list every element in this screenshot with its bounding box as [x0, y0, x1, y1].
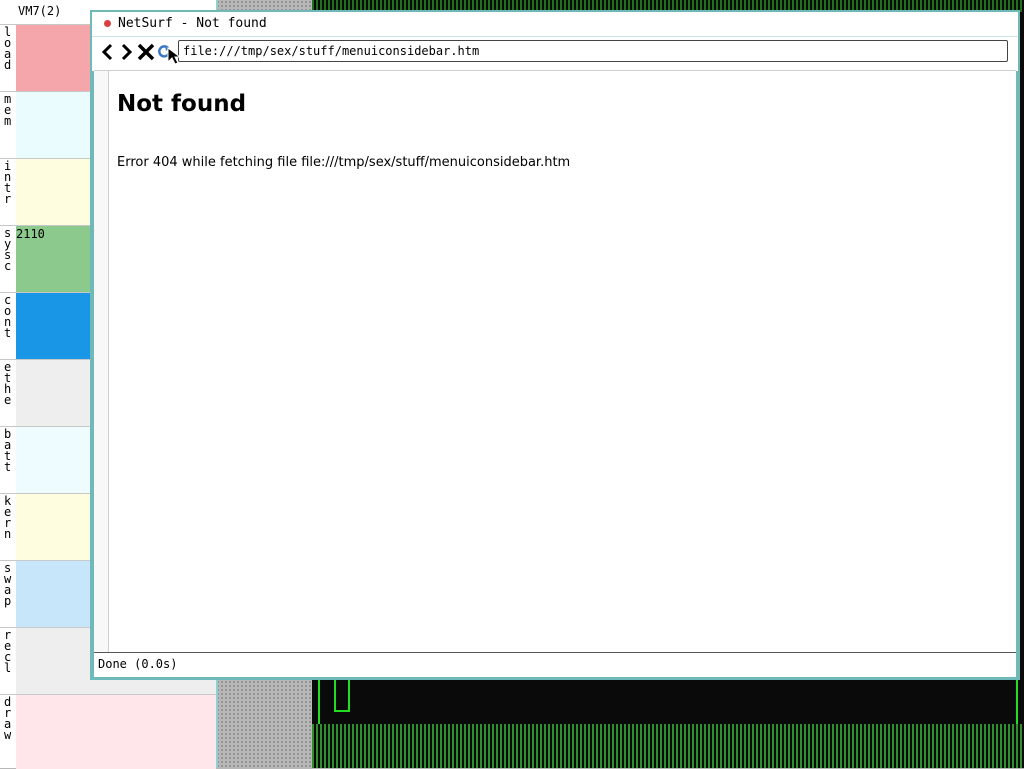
- terminal-pattern-bottom: [312, 724, 1024, 768]
- netsurf-app-icon: [104, 20, 111, 27]
- status-bar: Done (0.0s): [94, 652, 1016, 677]
- monitor-value: 2110: [16, 227, 45, 241]
- stop-button[interactable]: [136, 42, 156, 62]
- chevron-left-icon: [101, 43, 113, 61]
- content-gutter: [94, 71, 109, 653]
- page-content[interactable]: Not found Error 404 while fetching file …: [94, 70, 1016, 653]
- monitor-label: kern: [4, 494, 12, 541]
- netsurf-window[interactable]: NetSurf - Not found Not found Error 404 …: [90, 10, 1020, 680]
- monitor-graph: [16, 695, 216, 769]
- back-button[interactable]: [98, 42, 118, 62]
- monitor-label: sysc: [4, 226, 12, 273]
- monitor-label: recl: [4, 628, 12, 675]
- mouse-cursor-icon: [167, 47, 182, 65]
- page-heading: Not found: [117, 91, 247, 117]
- monitor-label: mem: [4, 92, 12, 128]
- url-input[interactable]: [178, 40, 1008, 62]
- status-text: Done (0.0s): [98, 657, 178, 671]
- monitor-label: intr: [4, 159, 12, 206]
- close-icon: [137, 43, 155, 61]
- monitor-label: draw: [4, 695, 12, 742]
- monitor-label: load: [4, 25, 12, 72]
- error-message: Error 404 while fetching file file:///tm…: [117, 155, 571, 170]
- terminal-inner-box: [334, 680, 350, 712]
- window-titlebar[interactable]: NetSurf - Not found: [92, 12, 1018, 36]
- monitor-label: cont: [4, 293, 12, 340]
- monitor-label: ethe: [4, 360, 12, 407]
- window-title: NetSurf - Not found: [118, 16, 267, 31]
- monitor-label: swap: [4, 561, 12, 608]
- forward-button[interactable]: [116, 42, 136, 62]
- monitor-title: VM7(2): [18, 4, 62, 18]
- chevron-right-icon: [121, 43, 133, 61]
- browser-toolbar: [92, 36, 1018, 71]
- monitor-label: batt: [4, 427, 12, 474]
- monitor-row-draw: draw: [0, 694, 216, 769]
